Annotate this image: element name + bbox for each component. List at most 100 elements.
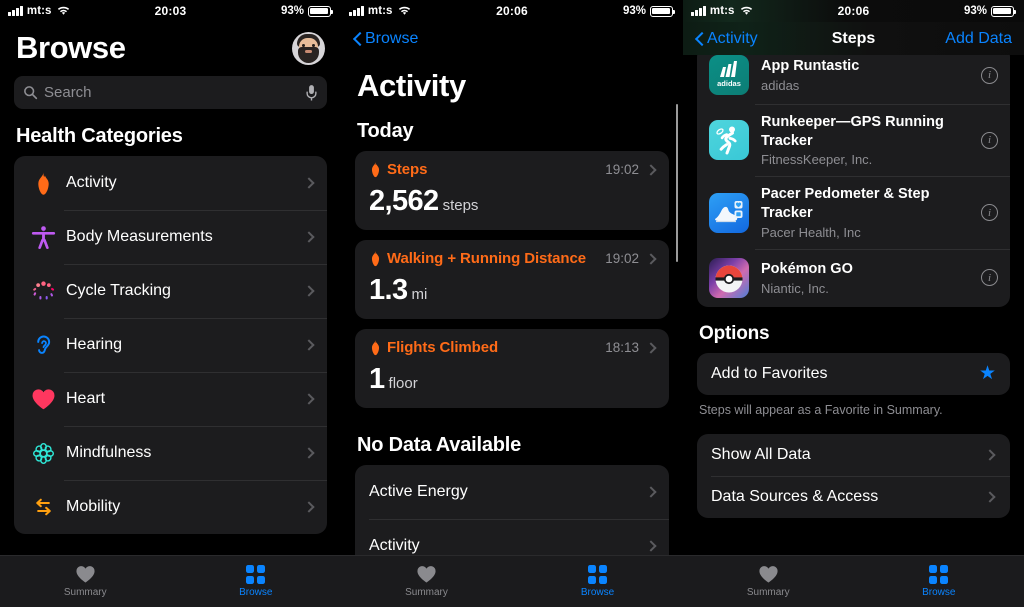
favorites-footnote: Steps will appear as a Favorite in Summa… bbox=[699, 402, 943, 417]
app-developer: FitnessKeeper, Inc. bbox=[761, 152, 873, 168]
info-icon[interactable]: i bbox=[981, 131, 998, 149]
avatar-eye-left bbox=[302, 43, 305, 47]
add-to-favorites-row[interactable]: Add to Favorites ★ bbox=[697, 353, 1010, 395]
microphone-icon[interactable] bbox=[305, 84, 318, 102]
app-text: Pacer Pedometer & Step Tracker Pacer Hea… bbox=[761, 185, 981, 239]
cellular-signal-icon bbox=[8, 6, 23, 16]
app-developer: adidas bbox=[761, 77, 800, 93]
svg-text:adidas: adidas bbox=[717, 79, 741, 88]
battery-icon bbox=[308, 5, 334, 17]
app-name: Pacer Pedometer & Step Tracker bbox=[761, 186, 930, 222]
chevron-right-icon bbox=[303, 447, 315, 459]
category-label: Activity bbox=[66, 174, 117, 191]
star-icon[interactable]: ★ bbox=[979, 364, 996, 383]
screen-steps: mt:s 20:06 93% Activity Steps Add Data a… bbox=[683, 0, 1024, 607]
battery-percent-label: 93% bbox=[280, 5, 304, 17]
scroll-indicator[interactable] bbox=[675, 104, 678, 262]
tab-browse[interactable]: Browse bbox=[854, 565, 1024, 598]
info-icon[interactable]: i bbox=[981, 269, 998, 287]
tab-summary[interactable]: Summary bbox=[683, 565, 854, 598]
avatar-beard bbox=[298, 46, 319, 63]
wifi-icon bbox=[740, 6, 753, 16]
heart-icon bbox=[28, 384, 58, 414]
avatar-eye-right bbox=[312, 43, 315, 47]
data-options-list: Show All Data Data Sources & Access bbox=[697, 434, 1010, 518]
three-screen-comparison: mt:s 20:03 93% Browse Search Health Cate… bbox=[0, 0, 1024, 607]
row-label: Active Energy bbox=[369, 483, 468, 500]
avatar-mouth bbox=[305, 49, 312, 53]
option-label: Data Sources & Access bbox=[711, 488, 879, 505]
activity-scroll-body[interactable]: Activity Today Steps 19:02 2,562 steps W… bbox=[341, 55, 683, 607]
wifi-icon bbox=[57, 6, 70, 16]
data-card-walking-running-distance[interactable]: Walking + Running Distance 19:02 1.3 mi bbox=[355, 240, 669, 319]
category-row-activity[interactable]: Activity bbox=[14, 156, 327, 210]
category-row-mobility[interactable]: Mobility bbox=[14, 480, 327, 534]
grid-icon bbox=[929, 565, 949, 584]
chevron-right-icon bbox=[303, 393, 315, 405]
flame-icon bbox=[369, 339, 382, 356]
tab-browse[interactable]: Browse bbox=[512, 565, 683, 598]
tab-browse[interactable]: Browse bbox=[171, 565, 342, 598]
category-row-body-measurements[interactable]: Body Measurements bbox=[14, 210, 327, 264]
category-label: Hearing bbox=[66, 336, 123, 353]
data-sources-access-row[interactable]: Data Sources & Access bbox=[697, 476, 1010, 518]
data-card-steps[interactable]: Steps 19:02 2,562 steps bbox=[355, 151, 669, 230]
chevron-right-icon bbox=[303, 285, 315, 297]
tab-label: Browse bbox=[580, 587, 615, 598]
status-bar-left: mt:s bbox=[349, 5, 411, 17]
tab-label: Browse bbox=[239, 587, 273, 598]
category-row-heart[interactable]: Heart bbox=[14, 372, 327, 426]
tab-label: Browse bbox=[922, 587, 956, 598]
status-bar-left: mt:s bbox=[691, 5, 753, 17]
tab-bar: Summary Browse bbox=[0, 555, 341, 607]
chevron-right-icon bbox=[645, 540, 657, 552]
status-bar: mt:s 20:06 93% bbox=[341, 0, 683, 22]
info-icon[interactable]: i bbox=[981, 204, 998, 222]
app-row-runkeeper[interactable]: Runkeeper—GPS Running Tracker FitnessKee… bbox=[697, 104, 1010, 176]
search-bar[interactable] bbox=[14, 76, 327, 109]
no-data-header: No Data Available bbox=[357, 434, 522, 456]
show-all-data-row[interactable]: Show All Data bbox=[697, 434, 1010, 476]
status-bar-right: 93% bbox=[623, 5, 676, 17]
health-categories-list: Activity Body Measurements Cycle Trackin… bbox=[14, 156, 327, 534]
info-icon[interactable]: i bbox=[981, 66, 998, 84]
data-card-value: 1.3 bbox=[369, 274, 408, 306]
category-row-mindfulness[interactable]: Mindfulness bbox=[14, 426, 327, 480]
screen-browse: mt:s 20:03 93% Browse Search Health Cate… bbox=[0, 0, 341, 607]
status-bar-right: 93% bbox=[280, 5, 334, 17]
tab-summary[interactable]: Summary bbox=[0, 565, 171, 598]
heart-icon bbox=[75, 565, 96, 584]
tab-summary[interactable]: Summary bbox=[341, 565, 512, 598]
pacer-app-icon bbox=[709, 192, 749, 233]
cycle-icon bbox=[28, 276, 58, 306]
back-button-label: Browse bbox=[365, 29, 419, 47]
data-card-flights-climbed[interactable]: Flights Climbed 18:13 1 floor bbox=[355, 329, 669, 408]
app-row-runtastic[interactable]: adidas App Runtastic adidas i bbox=[697, 55, 1010, 104]
chevron-right-icon bbox=[645, 486, 657, 498]
category-row-cycle-tracking[interactable]: Cycle Tracking bbox=[14, 264, 327, 318]
row-label: Activity bbox=[369, 537, 420, 554]
flame-icon bbox=[369, 161, 382, 178]
avatar[interactable] bbox=[292, 31, 325, 65]
back-button[interactable]: Browse bbox=[353, 30, 418, 48]
no-data-row-active-energy[interactable]: Active Energy bbox=[355, 465, 669, 519]
favorites-card: Add to Favorites ★ bbox=[697, 352, 1010, 395]
search-icon bbox=[23, 85, 38, 100]
category-label: Mobility bbox=[66, 498, 121, 515]
pokemon-go-app-icon bbox=[709, 257, 749, 298]
ear-icon bbox=[28, 330, 58, 360]
tab-label: Summary bbox=[63, 587, 107, 598]
steps-scroll-body[interactable]: adidas App Runtastic adidas i Runkeeper—… bbox=[683, 55, 1024, 607]
category-row-hearing[interactable]: Hearing bbox=[14, 318, 327, 372]
app-row-pacer[interactable]: Pacer Pedometer & Step Tracker Pacer Hea… bbox=[697, 176, 1010, 248]
browse-scroll-body[interactable]: Browse Health Catego bbox=[0, 22, 341, 607]
add-data-button[interactable]: Add Data bbox=[945, 30, 1012, 48]
mobility-arrows-icon bbox=[28, 492, 58, 522]
app-text: App Runtastic adidas bbox=[761, 57, 981, 93]
app-row-pokemon-go[interactable]: Pokémon GO Niantic, Inc. i bbox=[697, 248, 1010, 307]
app-name: App Runtastic bbox=[761, 58, 860, 75]
search-input[interactable] bbox=[44, 84, 305, 101]
category-label: Cycle Tracking bbox=[66, 282, 171, 299]
data-card-value-row: 2,562 steps bbox=[369, 185, 657, 218]
back-button[interactable]: Activity bbox=[695, 30, 758, 48]
